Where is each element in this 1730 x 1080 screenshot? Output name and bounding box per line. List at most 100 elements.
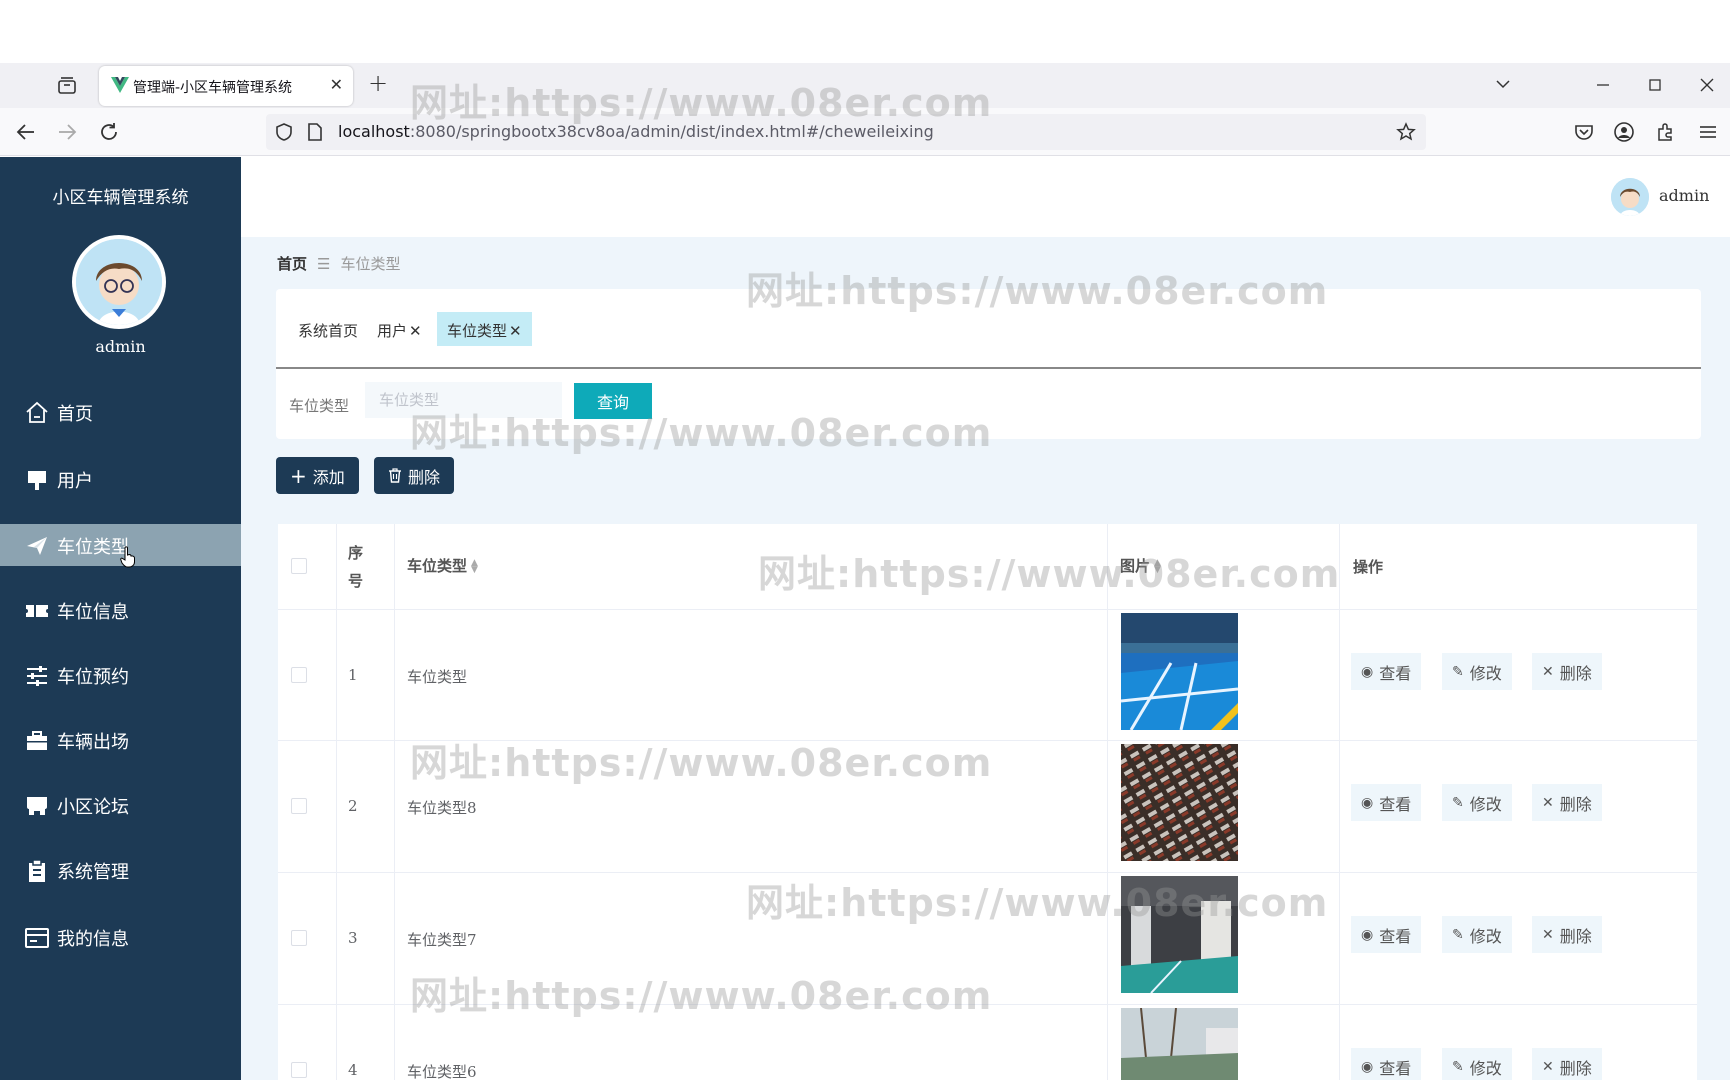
- row-type: 车位类型8: [407, 799, 477, 817]
- sidebar-item-parking-info[interactable]: 车位信息: [0, 589, 241, 631]
- eye-icon: ◉: [1361, 663, 1374, 680]
- row-type: 车位类型6: [407, 1063, 477, 1080]
- sidebar-item-label: 用户: [57, 471, 93, 492]
- select-all-checkbox[interactable]: [291, 558, 307, 574]
- maximize-icon[interactable]: [1648, 78, 1662, 92]
- row-index: 1: [348, 666, 358, 684]
- row-checkbox[interactable]: [291, 798, 307, 814]
- sidebar-item-home[interactable]: 首页: [0, 391, 241, 433]
- avatar-cartoon-icon: [76, 239, 162, 325]
- sidebar-item-forum[interactable]: 小区论坛: [0, 784, 241, 826]
- close-icon: ✕: [1542, 926, 1554, 943]
- row-checkbox[interactable]: [291, 1062, 307, 1078]
- parking-photo-image: [1121, 613, 1238, 730]
- forward-icon[interactable]: [55, 120, 79, 144]
- column-header-image[interactable]: 图片 ▲ ▼: [1120, 555, 1161, 576]
- user-icon: [28, 471, 46, 490]
- browser-tab[interactable]: 管理端-小区车辆管理系统 ✕: [99, 66, 353, 106]
- eye-icon: ◉: [1361, 794, 1374, 811]
- tag-user[interactable]: 用户 ✕: [367, 312, 432, 346]
- edit-button[interactable]: ✎ 修改: [1442, 653, 1512, 690]
- ticket-icon: [26, 605, 48, 617]
- reload-icon[interactable]: [97, 120, 121, 144]
- tag-close-icon[interactable]: ✕: [409, 322, 422, 340]
- minimize-icon[interactable]: [1596, 78, 1610, 92]
- row-image[interactable]: [1121, 744, 1238, 861]
- system-title: 小区车辆管理系统: [52, 188, 189, 208]
- sidebar-item-system[interactable]: 系统管理: [0, 849, 241, 891]
- home-icon: [26, 401, 48, 423]
- breadcrumb: 首页 ☰ 车位类型: [277, 253, 400, 274]
- shield-icon[interactable]: [274, 122, 294, 142]
- tag-system-home[interactable]: 系统首页: [288, 312, 369, 346]
- row-image[interactable]: [1121, 613, 1238, 730]
- eye-icon: ◉: [1361, 1058, 1374, 1075]
- row-type: 车位类型7: [407, 931, 477, 949]
- edit-button[interactable]: ✎ 修改: [1442, 784, 1512, 821]
- view-button[interactable]: ◉ 查看: [1351, 784, 1422, 821]
- page-icon: [308, 123, 322, 141]
- batch-delete-button[interactable]: 删除: [374, 457, 455, 494]
- new-tab-button[interactable]: +: [368, 69, 388, 97]
- sidebar-item-user[interactable]: 用户: [0, 458, 241, 500]
- add-button[interactable]: + 添加: [276, 457, 359, 494]
- breadcrumb-separator-icon: ☰: [317, 255, 331, 273]
- sidebar-item-label: 车位信息: [57, 602, 129, 623]
- bookmark-star-icon[interactable]: [1396, 122, 1416, 142]
- sidebar-item-label: 首页: [57, 404, 93, 425]
- edit-button[interactable]: ✎ 修改: [1442, 916, 1512, 953]
- parking-photo-image: [1121, 876, 1238, 993]
- header-username[interactable]: admin: [1659, 186, 1709, 205]
- sort-caret-icon[interactable]: ▲ ▼: [471, 559, 478, 575]
- tab-overflow-chevron-icon[interactable]: [1496, 77, 1510, 91]
- header-avatar[interactable]: [1611, 178, 1649, 216]
- url-bar[interactable]: localhost:8080/springbootx38cv8oa/admin/…: [266, 114, 1426, 150]
- delete-button[interactable]: ✕ 删除: [1532, 916, 1602, 953]
- tab-close-icon[interactable]: ✕: [330, 75, 343, 94]
- tab-list-icon[interactable]: [56, 75, 78, 97]
- delete-button[interactable]: ✕ 删除: [1532, 1048, 1602, 1080]
- row-image[interactable]: [1121, 1008, 1238, 1080]
- menu-icon[interactable]: [1696, 120, 1720, 144]
- sidebar-item-exit[interactable]: 车辆出场: [0, 719, 241, 761]
- url-text[interactable]: localhost:8080/springbootx38cv8oa/admin/…: [338, 122, 934, 141]
- pocket-icon[interactable]: [1572, 120, 1596, 144]
- sidebar-item-parking-type[interactable]: 车位类型: [0, 524, 241, 568]
- sidebar-avatar: [72, 235, 166, 329]
- view-button[interactable]: ◉ 查看: [1351, 653, 1422, 690]
- sidebar-item-reservation[interactable]: 车位预约: [0, 654, 241, 696]
- sidebar-item-label: 系统管理: [57, 862, 129, 883]
- view-button[interactable]: ◉ 查看: [1351, 916, 1422, 953]
- extensions-icon[interactable]: [1654, 120, 1678, 144]
- parking-photo-image: [1121, 1008, 1238, 1080]
- delete-button[interactable]: ✕ 删除: [1532, 653, 1602, 690]
- tab-title: 管理端-小区车辆管理系统: [133, 80, 293, 96]
- sidebar-item-my-info[interactable]: 我的信息: [0, 916, 241, 958]
- window-close-icon[interactable]: [1700, 78, 1714, 92]
- sidebar-item-label: 车辆出场: [57, 732, 129, 753]
- view-button[interactable]: ◉ 查看: [1351, 1048, 1422, 1080]
- edit-icon: ✎: [1452, 663, 1464, 680]
- search-input[interactable]: [365, 382, 562, 418]
- edit-button[interactable]: ✎ 修改: [1442, 1048, 1512, 1080]
- query-button[interactable]: 查询: [574, 383, 652, 419]
- close-icon: ✕: [1542, 1058, 1554, 1075]
- sidebar-item-label: 车位预约: [57, 667, 129, 688]
- eye-icon: ◉: [1361, 926, 1374, 943]
- row-image[interactable]: [1121, 876, 1238, 993]
- row-type: 车位类型: [407, 668, 468, 686]
- sidebar-item-label: 车位类型: [57, 537, 129, 558]
- breadcrumb-home[interactable]: 首页: [277, 255, 307, 273]
- sort-caret-icon[interactable]: ▲ ▼: [1154, 559, 1161, 575]
- send-icon: [27, 537, 47, 555]
- back-icon[interactable]: [14, 120, 38, 144]
- tag-close-icon[interactable]: ✕: [509, 322, 522, 340]
- delete-button[interactable]: ✕ 删除: [1532, 784, 1602, 821]
- row-checkbox[interactable]: [291, 930, 307, 946]
- tag-parking-type[interactable]: 车位类型 ✕: [437, 312, 532, 346]
- search-label: 车位类型: [289, 397, 350, 415]
- account-icon[interactable]: [1612, 120, 1636, 144]
- sidebar-item-label: 小区论坛: [57, 797, 129, 818]
- row-checkbox[interactable]: [291, 667, 307, 683]
- column-header-type[interactable]: 车位类型 ▲ ▼: [407, 555, 478, 576]
